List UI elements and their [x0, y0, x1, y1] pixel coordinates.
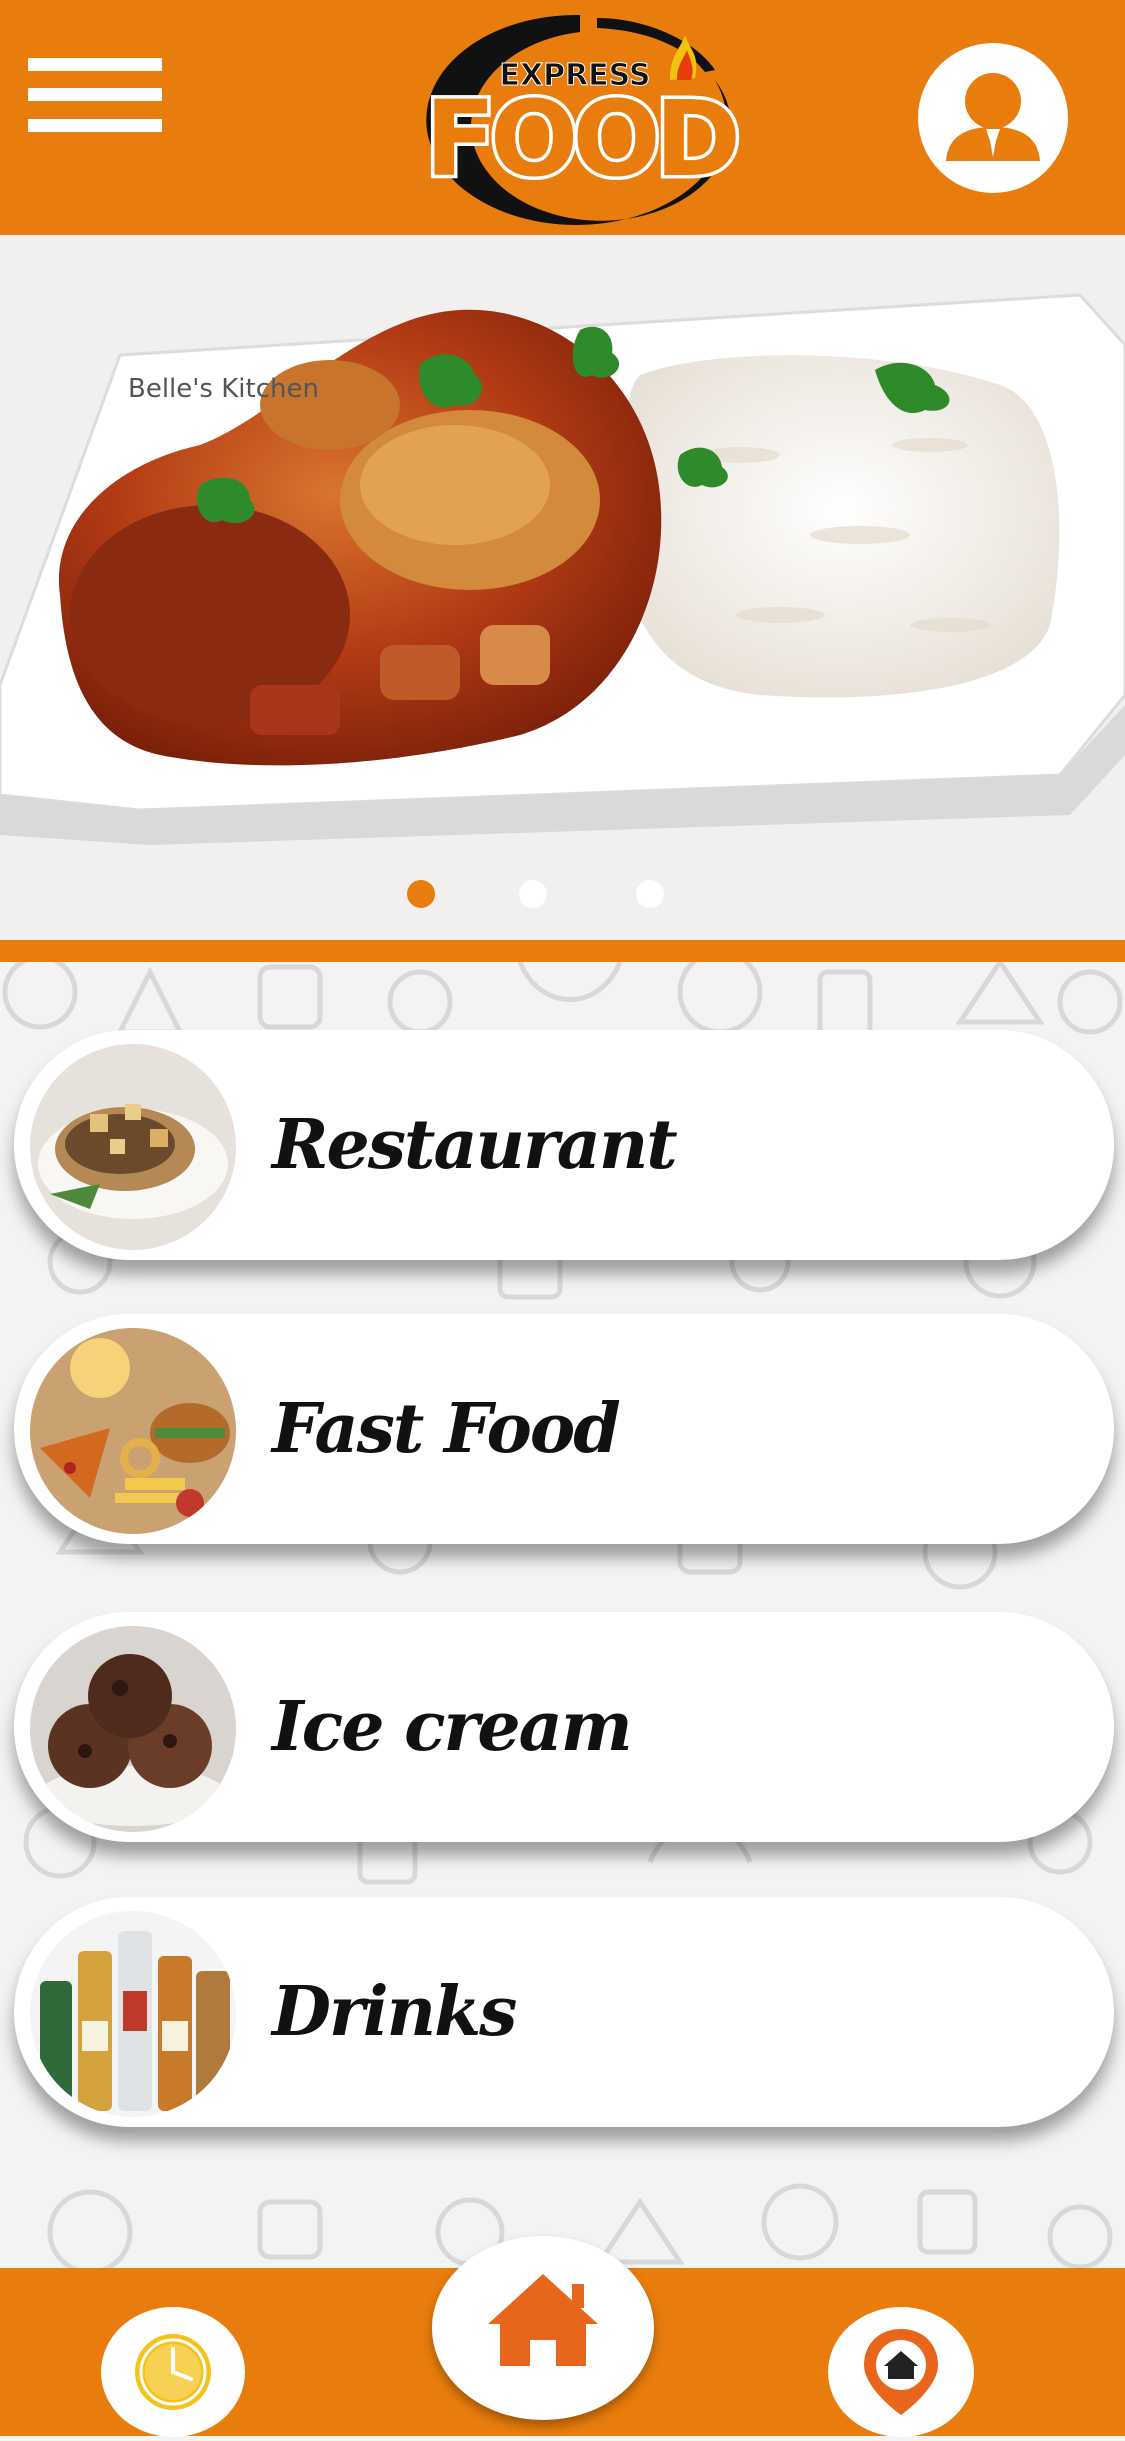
category-label: Drinks [272, 1972, 517, 2052]
category-restaurant[interactable]: Restaurant [14, 1030, 1114, 1260]
clock-button[interactable] [101, 2307, 245, 2437]
hamburger-menu-icon[interactable] [28, 58, 162, 132]
carousel-dot-1[interactable] [407, 880, 435, 908]
logo-main-text: FOOD [425, 78, 736, 200]
category-label: Ice cream [272, 1687, 633, 1767]
restaurant-thumbnail [30, 1044, 236, 1250]
home-icon [488, 2274, 598, 2366]
express-food-logo: EXPRESS FOOD [421, 14, 745, 225]
location-home-icon [864, 2329, 938, 2415]
clock-icon [135, 2334, 211, 2410]
top-app-bar: EXPRESS FOOD [0, 0, 1125, 235]
category-list-area: Restaurant Fast Food Ice cream Drinks [0, 962, 1125, 2268]
hero-food-image: Belle's Kitchen [0, 235, 1125, 940]
category-drinks[interactable]: Drinks [14, 1897, 1114, 2127]
user-profile-icon [946, 73, 1040, 161]
location-button[interactable] [828, 2307, 974, 2437]
category-label: Restaurant [272, 1105, 678, 1185]
hero-food-carousel[interactable]: Belle's Kitchen [0, 235, 1125, 940]
fast-food-thumbnail [30, 1328, 236, 1534]
carousel-dot-2[interactable] [519, 880, 547, 908]
hero-divider [0, 940, 1125, 962]
hero-watermark: Belle's Kitchen [128, 374, 319, 404]
drinks-thumbnail [30, 1911, 236, 2117]
home-button[interactable] [432, 2236, 654, 2420]
ice-cream-thumbnail [30, 1626, 236, 1832]
category-fast-food[interactable]: Fast Food [14, 1314, 1114, 1544]
category-label: Fast Food [272, 1389, 621, 1469]
carousel-dot-3[interactable] [636, 880, 664, 908]
category-ice-cream[interactable]: Ice cream [14, 1612, 1114, 1842]
profile-button[interactable] [918, 43, 1068, 193]
carousel-indicators [0, 880, 1125, 910]
